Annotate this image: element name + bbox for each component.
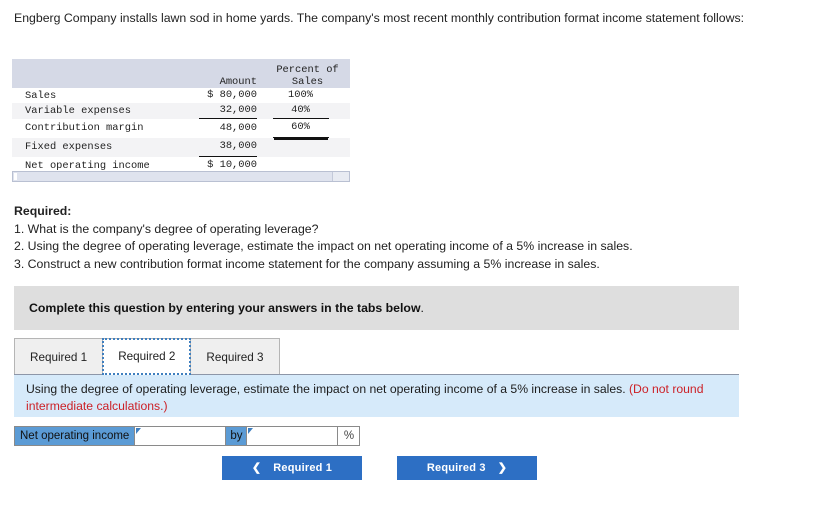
tab-navigation-buttons: ❮ Required 1 Required 3 ❯ (222, 456, 537, 480)
problem-intro-text: Engberg Company installs lawn sod in hom… (14, 11, 745, 25)
row-percent: 40% (265, 103, 350, 119)
header-blank (12, 59, 180, 88)
instruction-banner-bold: Complete this question by entering your … (29, 301, 421, 315)
answer-unit-percent: % (337, 426, 361, 446)
required-tabs: Required 1 Required 2 Required 3 (14, 337, 280, 375)
table-row: Variable expenses 32,000 40% (12, 103, 350, 119)
row-percent: 100% (265, 88, 350, 103)
row-label: Contribution margin (12, 119, 180, 138)
cell-flag-icon (136, 428, 142, 434)
required-item-2: 2. Using the degree of operating leverag… (14, 239, 633, 253)
income-statement-table-wrapper: Amount Percent of Sales Sales $ 80,000 1… (12, 59, 350, 176)
answer-input-direction[interactable] (134, 426, 227, 446)
answer-label-net-operating-income: Net operating income (14, 426, 136, 446)
answer-entry-row: Net operating income by % (14, 426, 361, 446)
cell-flag-icon (248, 428, 254, 434)
header-percent-line2: Sales (291, 76, 324, 88)
header-amount: Amount (180, 59, 265, 88)
answer-connector-by: by (225, 426, 248, 446)
next-required-3-button[interactable]: Required 3 ❯ (397, 456, 537, 480)
row-label: Fixed expenses (12, 138, 180, 157)
row-label: Sales (12, 88, 180, 103)
row-label: Variable expenses (12, 103, 180, 119)
table-horizontal-scrollbar[interactable] (12, 171, 350, 182)
row-amount: 32,000 (180, 103, 265, 119)
header-percent-line1: Percent of (276, 64, 339, 76)
chevron-left-icon: ❮ (251, 461, 262, 474)
required-section: Required: 1. What is the company's degre… (14, 203, 804, 273)
scrollbar-grip (14, 173, 17, 180)
table-row: Fixed expenses 38,000 (12, 138, 350, 157)
answer-input-percent[interactable] (246, 426, 339, 446)
tab-required-2[interactable]: Required 2 (102, 338, 192, 375)
row-amount: 48,000 (180, 119, 265, 138)
row-amount: $ 80,000 (180, 88, 265, 103)
required-item-1: 1. What is the company's degree of opera… (14, 221, 319, 236)
prev-required-1-button[interactable]: ❮ Required 1 (222, 456, 362, 480)
table-header-row: Amount Percent of Sales (12, 59, 350, 88)
question-prompt-panel: Using the degree of operating leverage, … (14, 375, 739, 417)
income-statement-table: Amount Percent of Sales Sales $ 80,000 1… (12, 59, 350, 176)
instruction-banner: Complete this question by entering your … (14, 286, 739, 330)
next-button-label: Required 3 (426, 462, 486, 474)
required-heading: Required: (14, 204, 72, 218)
tab-required-1[interactable]: Required 1 (14, 338, 104, 375)
table-row: Sales $ 80,000 100% (12, 88, 350, 103)
chevron-right-icon: ❯ (497, 461, 508, 474)
row-percent: 60% (265, 119, 350, 138)
header-percent-of-sales: Percent of Sales (265, 59, 350, 88)
row-amount: 38,000 (180, 138, 265, 157)
instruction-banner-text: Complete this question by entering your … (29, 301, 424, 315)
table-row: Contribution margin 48,000 60% (12, 119, 350, 138)
row-percent (265, 138, 350, 157)
scrollbar-thumb[interactable] (13, 172, 333, 181)
prev-button-label: Required 1 (273, 462, 333, 474)
instruction-banner-tail: . (420, 301, 424, 315)
required-item-3: 3. Construct a new contribution format i… (14, 256, 600, 271)
tab-required-3[interactable]: Required 3 (190, 338, 280, 375)
question-prompt-text: Using the degree of operating leverage, … (26, 382, 629, 396)
